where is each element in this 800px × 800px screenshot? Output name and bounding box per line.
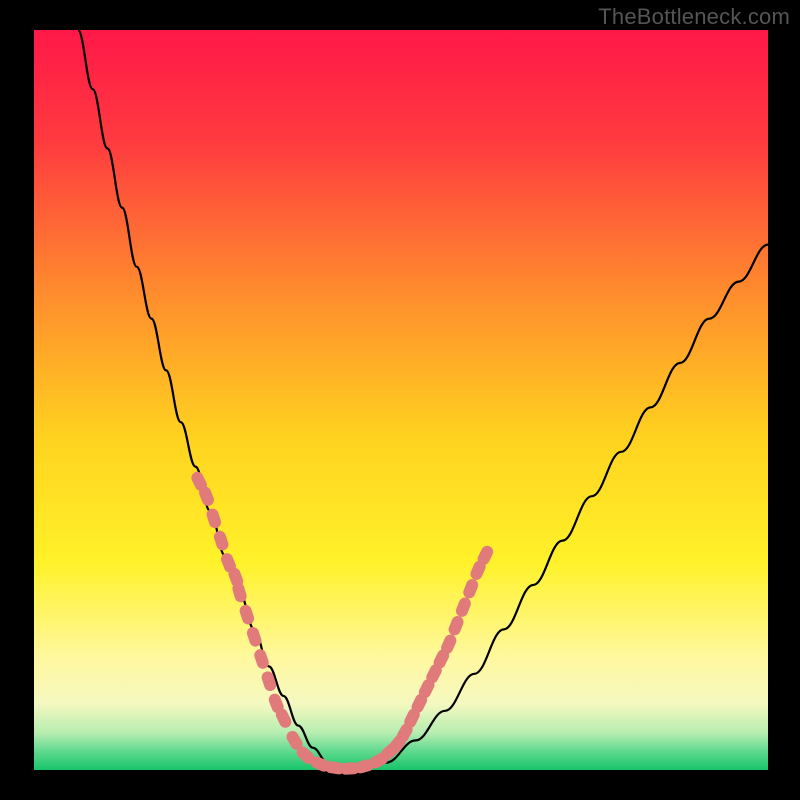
watermark-text: TheBottleneck.com — [598, 4, 790, 30]
bottleneck-chart — [0, 0, 800, 800]
